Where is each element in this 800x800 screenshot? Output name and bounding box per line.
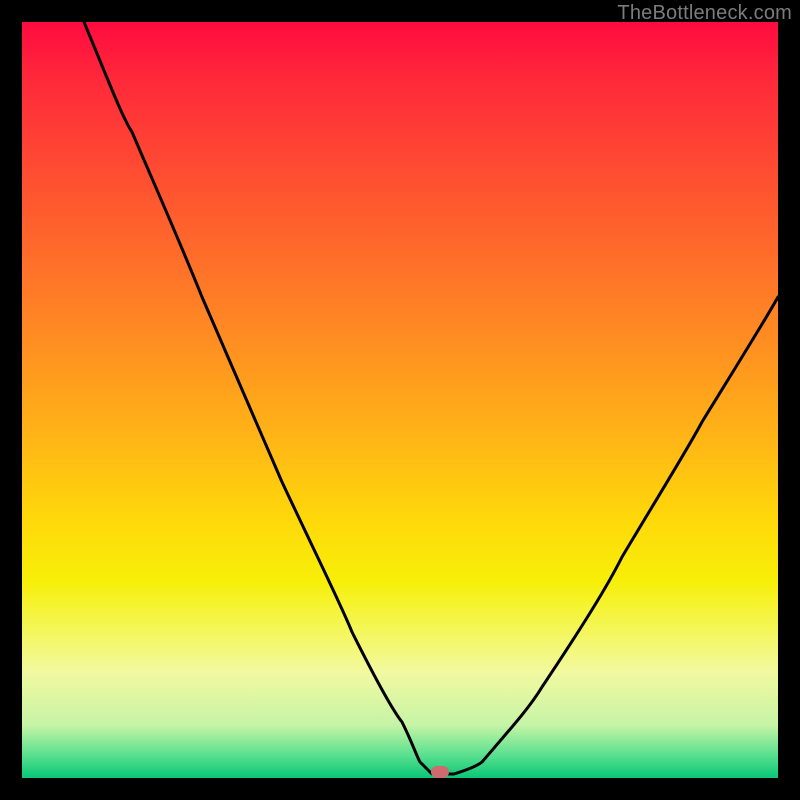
watermark-text: TheBottleneck.com [617, 2, 792, 25]
bottleneck-curve [84, 22, 778, 774]
minimum-marker [431, 766, 449, 778]
plot-area [22, 22, 778, 778]
chart-frame: TheBottleneck.com [0, 0, 800, 800]
curve-svg [22, 22, 778, 778]
